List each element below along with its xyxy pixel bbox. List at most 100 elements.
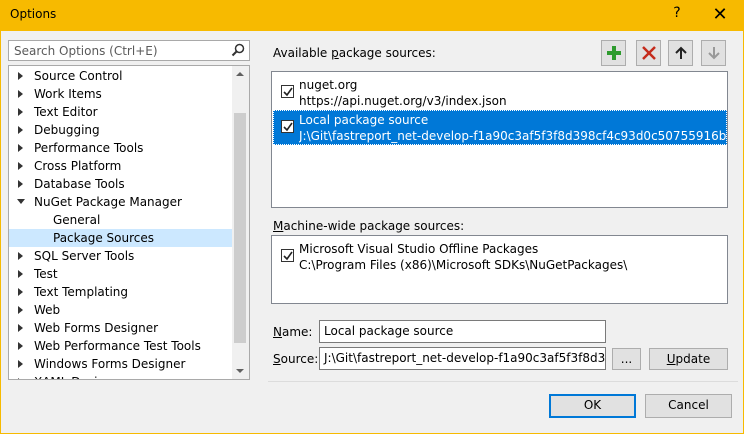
- move-down-button[interactable]: [701, 40, 726, 66]
- tree-item-label: XAML Designer: [34, 373, 125, 379]
- title-bar: Options ? ✕: [0, 0, 744, 31]
- tree-item[interactable]: Cross Platform: [9, 157, 232, 175]
- source-name: Microsoft Visual Studio Offline Packages: [299, 242, 539, 256]
- source-url: C:\Program Files (x86)\Microsoft SDKs\Nu…: [299, 258, 628, 272]
- name-label: Name:: [273, 325, 313, 339]
- ok-button[interactable]: OK: [549, 394, 636, 418]
- source-name: Local package source: [299, 113, 429, 127]
- collapsed-triangle-icon[interactable]: [18, 162, 23, 170]
- options-tree[interactable]: Source Control Work Items Text Editor Debug…: [8, 65, 250, 380]
- tree-item[interactable]: NuGet Package Manager: [9, 193, 232, 211]
- tree-item-label: Database Tools: [34, 177, 125, 191]
- tree-item[interactable]: Text Editor: [9, 103, 232, 121]
- tree-item-label: Text Templating: [34, 285, 129, 299]
- available-sources-list[interactable]: nuget.org https://api.nuget.org/v3/index…: [271, 71, 728, 208]
- remove-source-button[interactable]: [636, 40, 661, 66]
- update-button[interactable]: Update: [649, 348, 728, 370]
- tree-item-label: Cross Platform: [34, 159, 122, 173]
- tree-item-label: Windows Forms Designer: [34, 357, 186, 371]
- checkmark-icon: [283, 87, 293, 97]
- tree-scrollbar[interactable]: [232, 66, 249, 379]
- machine-sources-label: Machine-wide package sources:: [273, 219, 465, 233]
- tree-item-label: Work Items: [34, 87, 102, 101]
- tree-item[interactable]: SQL Server Tools: [9, 247, 232, 265]
- tree-item[interactable]: Work Items: [9, 85, 232, 103]
- tree-item-label: Text Editor: [34, 105, 98, 119]
- tree-item-label: SQL Server Tools: [34, 249, 135, 263]
- arrow-down-icon: [708, 47, 720, 60]
- source-item[interactable]: nuget.org https://api.nuget.org/v3/index…: [273, 75, 727, 110]
- add-source-button[interactable]: [601, 40, 626, 66]
- tree-item[interactable]: Test: [9, 265, 232, 283]
- source-item-selected[interactable]: Local package source J:\Git\fastreport_n…: [273, 110, 727, 145]
- source-item[interactable]: Microsoft Visual Studio Offline Packages…: [273, 239, 727, 274]
- source-enabled-checkbox[interactable]: [281, 120, 294, 133]
- collapsed-triangle-icon[interactable]: [18, 270, 23, 278]
- collapsed-triangle-icon[interactable]: [18, 144, 23, 152]
- expanded-triangle-icon[interactable]: [17, 199, 25, 204]
- source-name: nuget.org: [299, 78, 358, 92]
- collapsed-triangle-icon[interactable]: [18, 126, 23, 134]
- tree-item[interactable]: Package Sources: [9, 229, 232, 247]
- source-url: J:\Git\fastreport_net-develop-f1a90c3af5…: [299, 129, 727, 143]
- tree-item-label: Web: [34, 303, 61, 317]
- tree-item-label: General: [53, 213, 101, 227]
- collapsed-triangle-icon[interactable]: [18, 342, 23, 350]
- tree-item[interactable]: Source Control: [9, 67, 232, 85]
- name-field[interactable]: Local package source: [319, 320, 606, 343]
- tree-item-label: Web Performance Test Tools: [34, 339, 201, 353]
- close-button[interactable]: ✕: [708, 3, 732, 27]
- collapsed-triangle-icon[interactable]: [18, 324, 23, 332]
- tree-item[interactable]: General: [9, 211, 232, 229]
- tree-item[interactable]: Web Forms Designer: [9, 319, 232, 337]
- scroll-down-arrow-icon[interactable]: [232, 362, 249, 379]
- collapsed-triangle-icon[interactable]: [18, 90, 23, 98]
- collapsed-triangle-icon[interactable]: [18, 306, 23, 314]
- help-button[interactable]: ?: [667, 5, 687, 25]
- tree-item[interactable]: Performance Tools: [9, 139, 232, 157]
- scroll-thumb[interactable]: [234, 113, 246, 343]
- tree-item[interactable]: Web Performance Test Tools: [9, 337, 232, 355]
- tree-item-label: Package Sources: [53, 231, 155, 245]
- available-sources-label: Available package sources:: [273, 46, 436, 60]
- tree-item[interactable]: Debugging: [9, 121, 232, 139]
- scroll-up-arrow-icon[interactable]: [232, 66, 249, 83]
- tree-items: Source Control Work Items Text Editor Debug…: [9, 67, 232, 379]
- x-icon: [642, 46, 656, 60]
- collapsed-triangle-icon[interactable]: [18, 108, 23, 116]
- arrow-up-icon: [675, 46, 687, 59]
- move-up-button[interactable]: [668, 40, 693, 66]
- collapsed-triangle-icon[interactable]: [18, 288, 23, 296]
- tree-item-label: Performance Tools: [34, 141, 144, 155]
- window-title: Options: [10, 7, 57, 21]
- tree-item-label: Test: [34, 267, 58, 281]
- tree-item[interactable]: Windows Forms Designer: [9, 355, 232, 373]
- tree-item-label: Source Control: [34, 69, 123, 83]
- tree-item-label: Web Forms Designer: [34, 321, 159, 335]
- collapsed-triangle-icon[interactable]: [18, 252, 23, 260]
- collapsed-triangle-icon[interactable]: [18, 378, 23, 379]
- tree-item[interactable]: Web: [9, 301, 232, 319]
- source-label: Source:: [273, 352, 319, 366]
- source-field[interactable]: J:\Git\fastreport_net-develop-f1a90c3af5…: [319, 347, 606, 370]
- tree-item[interactable]: Database Tools: [9, 175, 232, 193]
- tree-item-label: NuGet Package Manager: [34, 195, 182, 209]
- collapsed-triangle-icon[interactable]: [18, 360, 23, 368]
- tree-item[interactable]: XAML Designer: [9, 373, 232, 379]
- cancel-button[interactable]: Cancel: [645, 394, 732, 418]
- collapsed-triangle-icon[interactable]: [18, 72, 23, 80]
- tree-item-label: Debugging: [34, 123, 100, 137]
- checkmark-icon: [283, 122, 293, 132]
- plus-icon: [607, 46, 621, 60]
- source-enabled-checkbox[interactable]: [281, 85, 294, 98]
- browse-button[interactable]: ...: [612, 348, 641, 370]
- search-input[interactable]: Search Options (Ctrl+E): [14, 44, 158, 58]
- source-enabled-checkbox[interactable]: [281, 249, 294, 262]
- search-icon[interactable]: [230, 42, 246, 58]
- checkmark-icon: [283, 251, 293, 261]
- search-options-box[interactable]: Search Options (Ctrl+E): [8, 40, 250, 61]
- divider: [268, 381, 738, 382]
- collapsed-triangle-icon[interactable]: [18, 180, 23, 188]
- machine-sources-list[interactable]: Microsoft Visual Studio Offline Packages…: [271, 235, 728, 304]
- tree-item[interactable]: Text Templating: [9, 283, 232, 301]
